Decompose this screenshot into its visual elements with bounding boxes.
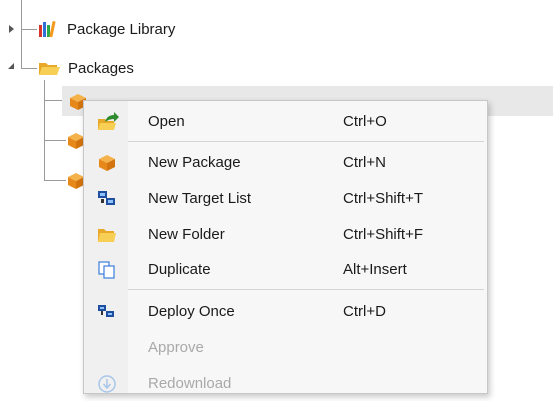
- menu-item-new-target-list[interactable]: New Target List Ctrl+Shift+T: [84, 182, 487, 216]
- menu-item-new-folder[interactable]: New Folder Ctrl+Shift+F: [84, 218, 487, 252]
- menu-item-shortcut: Ctrl+N: [343, 154, 386, 171]
- menu-item-redownload[interactable]: Redownload: [84, 367, 487, 401]
- menu-item-shortcut: Ctrl+D: [343, 303, 386, 320]
- tree-item-label: Package Library: [67, 20, 176, 38]
- redownload-icon: [97, 374, 117, 394]
- menu-separator: [128, 289, 484, 290]
- tree-connector: [44, 80, 45, 180]
- menu-item-new-package[interactable]: New Package Ctrl+N: [84, 146, 487, 180]
- open-arrow-icon: [97, 112, 119, 132]
- menu-item-shortcut: Alt+Insert: [343, 261, 407, 278]
- menu-item-label: New Folder: [148, 226, 225, 243]
- target-list-icon: [97, 189, 117, 209]
- package-icon: [97, 153, 117, 173]
- tree-connector: [21, 68, 37, 69]
- package-library-icon: [38, 19, 58, 39]
- tree-connector: [44, 140, 66, 141]
- deploy-icon: [97, 302, 117, 322]
- context-menu: Open Ctrl+O New Package Ctrl+N New Targe…: [83, 100, 488, 394]
- menu-item-open[interactable]: Open Ctrl+O: [84, 105, 487, 139]
- menu-item-label: Duplicate: [148, 261, 211, 278]
- menu-item-shortcut: Ctrl+Shift+T: [343, 190, 424, 207]
- menu-item-label: New Target List: [148, 190, 252, 207]
- duplicate-icon: [97, 260, 117, 280]
- tree-item-packages[interactable]: Packages: [38, 56, 134, 80]
- menu-item-label: New Package: [148, 154, 241, 171]
- expand-toggle[interactable]: [9, 25, 14, 33]
- menu-item-label: Approve: [148, 339, 204, 356]
- menu-item-deploy-once[interactable]: Deploy Once Ctrl+D: [84, 295, 487, 329]
- collapse-toggle[interactable]: [8, 63, 14, 69]
- tree-connector: [21, 29, 37, 30]
- tree-item-package-library[interactable]: Package Library: [38, 17, 175, 41]
- menu-item-duplicate[interactable]: Duplicate Alt+Insert: [84, 253, 487, 287]
- menu-item-approve[interactable]: Approve: [84, 331, 487, 365]
- menu-item-label: Redownload: [148, 375, 232, 392]
- menu-separator: [128, 141, 484, 142]
- menu-item-shortcut: Ctrl+O: [343, 113, 387, 130]
- tree-item-label: Packages: [68, 59, 134, 77]
- tree-connector: [44, 180, 66, 181]
- folder-icon: [97, 225, 117, 245]
- menu-item-shortcut: Ctrl+Shift+F: [343, 226, 424, 243]
- folder-open-icon: [38, 58, 60, 78]
- menu-item-label: Deploy Once: [148, 303, 235, 320]
- menu-item-label: Open: [148, 113, 185, 130]
- tree-connector: [21, 0, 22, 29]
- tree-connector: [21, 29, 22, 68]
